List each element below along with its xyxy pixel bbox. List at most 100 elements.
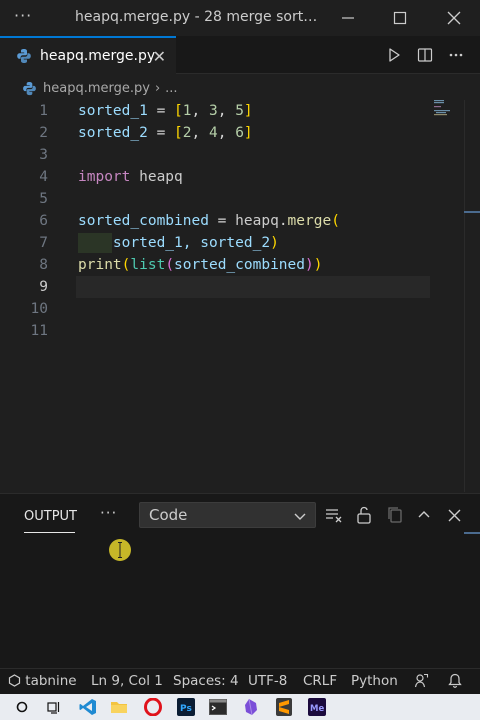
line-number: 5 [39,191,48,207]
unlock-icon [357,506,371,524]
line-number: 11 [30,323,48,339]
feedback-button[interactable] [414,673,429,692]
code-line: 11 [0,320,464,342]
code-line: 3 [0,144,464,166]
minimap[interactable] [434,100,456,120]
taskbar-photoshop[interactable]: Ps [176,697,196,717]
opera-icon [144,698,162,716]
tab-output[interactable]: OUTPUT [24,509,77,524]
svg-text:Me: Me [310,704,324,714]
chevron-right-icon: › [154,80,161,96]
window-title: heapq.merge.py - 28 merge sorted ite... [75,9,320,25]
encoding-status[interactable]: UTF-8 [248,673,287,689]
code-line: 10 [0,298,464,320]
code-line: 8 print(list(sorted_combined)) [0,254,464,276]
language-mode[interactable]: Python [351,673,398,689]
taskbar-terminal[interactable] [208,697,228,717]
text-cursor-icon [118,542,122,558]
scrollbar-marker [464,211,480,213]
output-channel-select[interactable]: Code [139,502,316,528]
run-python-button[interactable] [381,43,407,67]
line-number: 6 [39,213,48,229]
status-bar: tabnine Ln 9, Col 1 Spaces: 4 UTF-8 CRLF… [0,668,480,694]
line-number: 7 [39,235,48,251]
copy-icon [388,507,402,523]
tabnine-label: tabnine [25,673,77,689]
file-explorer-icon [111,702,127,713]
vscode-icon [79,699,96,715]
taskbar-obsidian[interactable] [241,697,261,717]
code-line: 6 sorted_combined = heapq.merge( [0,210,464,232]
close-window-button[interactable] [428,0,480,36]
tab-close-icon[interactable]: ✕ [153,47,166,66]
indentation-status[interactable]: Spaces: 4 [173,673,239,689]
code-text: sorted_1, sorted_2) [112,235,279,251]
terminal-icon [209,699,227,715]
svg-text:Ps: Ps [180,704,192,714]
breadcrumb-symbols[interactable]: ... [165,81,177,96]
eol-status[interactable]: CRLF [303,673,337,689]
taskbar-media-encoder[interactable]: Me [307,697,327,717]
line-number: 8 [39,257,48,273]
editor-tab-bar: heapq.merge.py ✕ [0,36,480,74]
close-icon [448,509,460,521]
python-file-icon [23,81,36,95]
more-icon [449,53,463,57]
maximize-panel-button[interactable] [413,504,435,526]
code-text: sorted_combined = heapq.merge( [78,213,340,229]
line-number: 3 [39,147,48,163]
line-number: 9 [39,279,48,295]
minimize-icon [342,17,354,19]
tab-heapq-merge[interactable]: heapq.merge.py ✕ [0,36,176,74]
tabnine-status[interactable]: tabnine [8,673,77,689]
editor-scrollbar[interactable] [464,100,480,492]
code-line: 9 [0,276,464,298]
minimize-button[interactable] [322,0,374,36]
maximize-button[interactable] [374,0,426,36]
output-channel-value: Code [149,506,188,524]
more-actions-button[interactable] [443,43,469,67]
task-view-button[interactable] [44,697,64,717]
taskbar-file-explorer[interactable] [109,697,129,717]
feedback-icon [414,673,429,688]
code-text: sorted_1 = [1, 3, 5] [78,103,253,119]
start-icon [16,701,28,713]
open-in-editor-button[interactable] [384,504,406,526]
panel-more-icon[interactable]: ··· [100,504,117,522]
taskbar-vscode[interactable] [78,697,98,717]
chevron-down-icon [294,513,306,520]
lock-scroll-button[interactable] [353,504,375,526]
line-number: 1 [39,103,48,119]
cursor-position[interactable]: Ln 9, Col 1 [91,673,163,689]
clear-all-icon [326,509,342,523]
taskbar-sublime-text[interactable] [274,697,294,717]
title-bar: ··· heapq.merge.py - 28 merge sorted ite… [0,0,480,36]
menu-more-icon[interactable]: ··· [14,6,32,25]
maximize-icon [393,11,407,25]
taskbar-opera[interactable] [143,697,163,717]
code-text: import heapq [78,169,183,185]
code-line: 2 sorted_2 = [2, 4, 6] [0,122,464,144]
sublime-text-icon [276,698,292,716]
task-view-icon [47,702,60,714]
close-panel-button[interactable] [443,504,465,526]
split-editor-button[interactable] [412,43,438,67]
media-encoder-icon: Me [308,698,326,716]
code-line: 5 [0,188,464,210]
line-number: 10 [30,301,48,317]
obsidian-icon [245,698,257,716]
code-editor[interactable]: 1 sorted_1 = [1, 3, 5] 2 sorted_2 = [2, … [0,100,480,492]
tabnine-icon [8,674,21,687]
code-text: sorted_2 = [2, 4, 6] [78,125,253,141]
breadcrumb: heapq.merge.py › ... [0,76,480,100]
code-line: 4 import heapq [0,166,464,188]
chevron-up-icon [418,511,430,518]
notifications-button[interactable] [448,673,462,692]
panel-scrollbar-marker [464,532,480,534]
tab-label: heapq.merge.py [40,48,156,64]
start-button[interactable] [12,697,32,717]
output-panel: OUTPUT ··· Code [0,493,480,668]
breadcrumb-file[interactable]: heapq.merge.py [43,81,150,96]
clear-output-button[interactable] [323,504,345,526]
photoshop-icon: Ps [177,698,195,716]
